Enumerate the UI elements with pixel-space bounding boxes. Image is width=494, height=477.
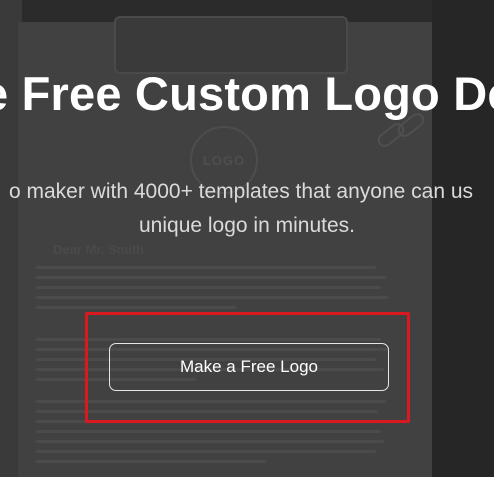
- make-free-logo-button[interactable]: Make a Free Logo: [109, 343, 389, 391]
- letter-text-line: [36, 460, 266, 463]
- letter-text-line: [36, 286, 381, 289]
- hero-description-line-1: o maker with 4000+ templates that anyone…: [8, 180, 474, 203]
- letter-text-line: [36, 276, 386, 279]
- letter-text-line: [36, 440, 384, 443]
- stamp-subtext: ·····: [212, 172, 222, 178]
- hero-description-line-2: unique logo in minutes.: [139, 214, 355, 237]
- letter-text-line: [36, 450, 376, 453]
- hero-section: LOGO ····· Dear Mr. Smith e Free Custom …: [0, 0, 494, 477]
- letter-text-line: [36, 430, 381, 433]
- page-headline: e Free Custom Logo De: [0, 67, 494, 120]
- letter-text-line: [36, 306, 236, 309]
- letter-text-line: [36, 266, 376, 269]
- letter-greeting: Dear Mr. Smith: [53, 242, 145, 257]
- letter-text-line: [36, 296, 388, 299]
